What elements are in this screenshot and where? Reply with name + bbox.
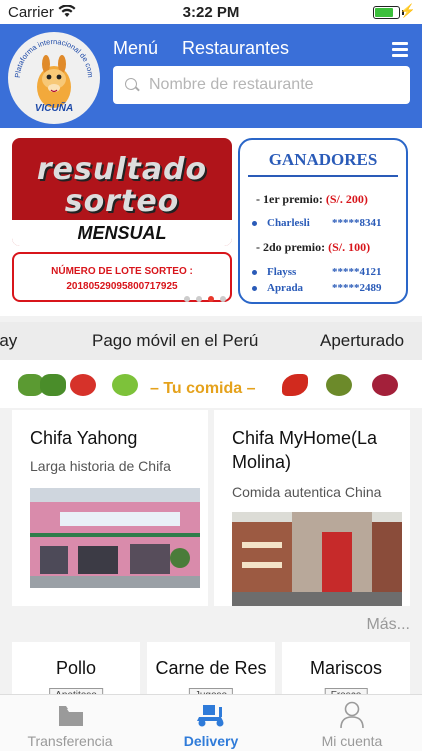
ticker-item: Pago móvil en el Perú [92, 331, 259, 350]
category-name: Mariscos [309, 658, 382, 678]
peas-icon [40, 374, 66, 396]
search-icon [125, 78, 137, 90]
restaurant-card[interactable]: Chifa MyHome(La Molina) Comida autentica… [214, 410, 410, 606]
search-input[interactable]: Nombre de restaurante [113, 66, 410, 104]
carousel-page-indicator[interactable] [184, 289, 232, 307]
news-ticker: Pay Pago móvil en el Perú Aperturado [0, 322, 422, 360]
tomato-icon [70, 374, 96, 396]
tab-bar: Transferencia Delivery Mi cuenta [0, 694, 422, 751]
carousel-dot[interactable] [184, 296, 190, 302]
tab-label: Transferencia [27, 733, 113, 749]
nav-menu-link[interactable]: Menú [113, 38, 158, 59]
category-pollo[interactable]: Pollo Apetitoso [12, 642, 140, 703]
chili-icon [282, 374, 308, 396]
person-icon [340, 701, 364, 729]
category-row: Pollo Apetitoso Carne de Res Jugoso Mari… [0, 638, 422, 703]
ganadores-box: GANADORES - 1er premio: (S/. 200) Charle… [238, 138, 408, 304]
carousel-dot[interactable] [196, 296, 202, 302]
carousel-dot-active[interactable] [208, 296, 214, 302]
restaurant-name: Chifa MyHome(La Molina) [232, 428, 378, 472]
tab-transferencia[interactable]: Transferencia [0, 695, 140, 751]
herbs-icon [326, 374, 352, 396]
winner-row: Charlesli *****8341 [252, 217, 402, 229]
prize2: - 2do premio: (S/. 100) [256, 240, 371, 254]
tab-mi-cuenta[interactable]: Mi cuenta [282, 695, 422, 751]
winner-row: Flayss *****4121 [252, 266, 402, 278]
restaurant-card[interactable]: Chifa Yahong Larga historia de Chifa [12, 410, 208, 606]
resultado-sorteo-graphic: resultado sorteo MENSUAL [12, 138, 232, 246]
promo-banner-carousel[interactable]: resultado sorteo MENSUAL NÚMERO DE LOTE … [0, 128, 422, 316]
restaurant-cards: Chifa Yahong Larga historia de Chifa Chi… [0, 408, 422, 618]
resultado-title: resultado [36, 152, 208, 187]
search-placeholder: Nombre de restaurante [149, 76, 314, 93]
folder-icon [59, 706, 83, 726]
tu-comida-header: – Tu comida – [0, 360, 422, 412]
restaurant-description: Larga historia de Chifa [30, 458, 171, 474]
prize1: - 1er premio: (S/. 200) [256, 192, 368, 206]
carousel-dot[interactable] [220, 296, 226, 302]
tu-comida-title: – Tu comida – [150, 380, 256, 397]
restaurant-photo [232, 512, 402, 606]
ganadores-title: GANADORES [268, 150, 378, 169]
restaurant-photo [30, 488, 200, 588]
sorteo-title: sorteo [64, 184, 180, 219]
battery-icon [373, 6, 400, 19]
winner-row: Aprada *****2489 [252, 282, 402, 294]
logo-name: VICUÑA [34, 103, 74, 114]
hamburger-menu-icon[interactable] [392, 42, 408, 60]
mensual-label: MENSUAL [12, 220, 232, 246]
vicuna-logo[interactable]: Plataforma internacional de comida VICUÑ… [8, 32, 100, 124]
onion-icon [372, 374, 398, 396]
nav-restaurantes-link[interactable]: Restaurantes [182, 38, 289, 59]
restaurant-name: Chifa Yahong [30, 428, 138, 448]
ticker-item: Aperturado [320, 331, 405, 350]
lote-label: NÚMERO DE LOTE SORTEO : [51, 266, 193, 277]
restaurant-description: Comida autentica China [232, 484, 382, 500]
status-bar: Carrier 3:22 PM ⚡ [0, 0, 422, 24]
more-link[interactable]: Más... [366, 616, 410, 634]
app-header: Plataforma internacional de comida VICUÑ… [0, 24, 422, 128]
clock: 3:22 PM [182, 4, 240, 21]
charging-icon: ⚡ [399, 3, 416, 18]
category-name: Carne de Res [155, 658, 267, 678]
tab-label: Mi cuenta [321, 733, 383, 749]
ticker-item: Pay [0, 331, 18, 350]
category-name: Pollo [55, 658, 97, 678]
category-carne-de-res[interactable]: Carne de Res Jugoso [147, 642, 275, 703]
lime-icon [112, 374, 138, 396]
category-mariscos[interactable]: Mariscos Fresco [282, 642, 410, 703]
scooter-icon [197, 705, 224, 727]
tab-delivery[interactable]: Delivery [141, 695, 281, 751]
tab-label: Delivery [183, 733, 239, 749]
